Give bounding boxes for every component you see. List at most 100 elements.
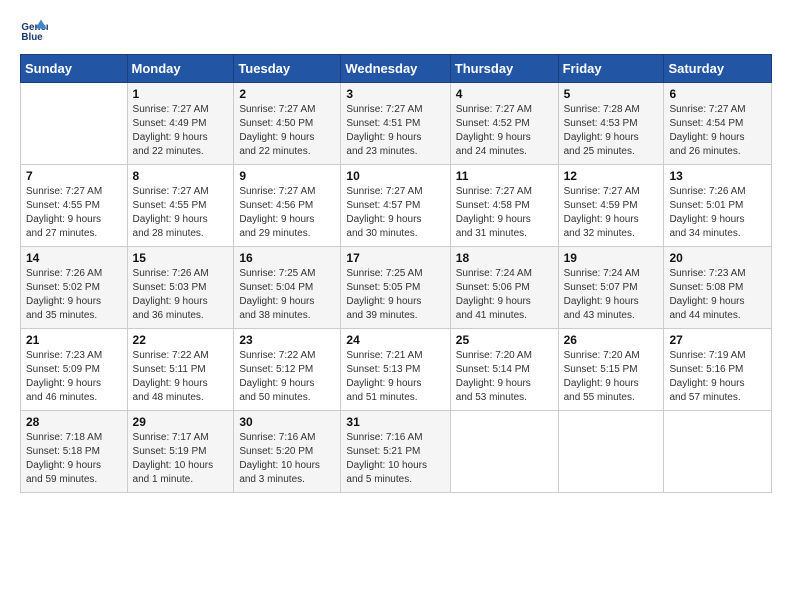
day-number: 26: [564, 333, 659, 347]
calendar-cell: 17 Sunrise: 7:25 AM Sunset: 5:05 PM Dayli…: [341, 247, 450, 329]
day-number: 13: [669, 169, 766, 183]
day-info: Sunrise: 7:22 AM Sunset: 5:12 PM Dayligh…: [239, 349, 335, 405]
calendar-cell: 24Sunrise: 7:21 AM Sunset: 5:13 PM Dayli…: [341, 329, 450, 411]
day-info: Sunrise: 7:27 AM Sunset: 4:58 PM Dayligh…: [456, 185, 553, 241]
day-number: 9: [239, 169, 335, 183]
day-number: 7: [26, 169, 122, 183]
calendar-cell: 12 Sunrise: 7:27 AM Sunset: 4:59 PM Dayli…: [558, 165, 664, 247]
calendar-cell: 10 Sunrise: 7:27 AM Sunset: 4:57 PM Dayli…: [341, 165, 450, 247]
day-info: Sunrise: 7:20 AM Sunset: 5:15 PM Dayligh…: [564, 349, 659, 405]
calendar-cell: 27Sunrise: 7:19 AM Sunset: 5:16 PM Dayli…: [664, 329, 772, 411]
day-number: 4: [456, 87, 553, 101]
calendar-cell: 25Sunrise: 7:20 AM Sunset: 5:14 PM Dayli…: [450, 329, 558, 411]
day-info: Sunrise: 7:27 AM Sunset: 4:49 PM Dayligh…: [133, 103, 229, 159]
calendar-cell: 21Sunrise: 7:23 AM Sunset: 5:09 PM Dayli…: [21, 329, 128, 411]
week-row-1: 7 Sunrise: 7:27 AM Sunset: 4:55 PM Daylig…: [21, 165, 772, 247]
header-day-thursday: Thursday: [450, 55, 558, 83]
day-number: 21: [26, 333, 122, 347]
calendar-body: 1 Sunrise: 7:27 AM Sunset: 4:49 PM Daylig…: [21, 83, 772, 493]
calendar-cell: 31Sunrise: 7:16 AM Sunset: 5:21 PM Dayli…: [341, 411, 450, 493]
calendar-cell: 29Sunrise: 7:17 AM Sunset: 5:19 PM Dayli…: [127, 411, 234, 493]
calendar-cell: 4 Sunrise: 7:27 AM Sunset: 4:52 PM Daylig…: [450, 83, 558, 165]
day-info: Sunrise: 7:17 AM Sunset: 5:19 PM Dayligh…: [133, 431, 229, 487]
day-number: 23: [239, 333, 335, 347]
calendar-cell: 18 Sunrise: 7:24 AM Sunset: 5:06 PM Dayli…: [450, 247, 558, 329]
calendar-cell: [21, 83, 128, 165]
day-number: 27: [669, 333, 766, 347]
day-info: Sunrise: 7:27 AM Sunset: 4:52 PM Dayligh…: [456, 103, 553, 159]
header-day-saturday: Saturday: [664, 55, 772, 83]
day-info: Sunrise: 7:26 AM Sunset: 5:02 PM Dayligh…: [26, 267, 122, 323]
calendar-cell: 7 Sunrise: 7:27 AM Sunset: 4:55 PM Daylig…: [21, 165, 128, 247]
day-info: Sunrise: 7:24 AM Sunset: 5:07 PM Dayligh…: [564, 267, 659, 323]
calendar-cell: 1 Sunrise: 7:27 AM Sunset: 4:49 PM Daylig…: [127, 83, 234, 165]
header: General Blue: [20, 16, 772, 44]
day-info: Sunrise: 7:27 AM Sunset: 4:55 PM Dayligh…: [133, 185, 229, 241]
week-row-0: 1 Sunrise: 7:27 AM Sunset: 4:49 PM Daylig…: [21, 83, 772, 165]
day-info: Sunrise: 7:24 AM Sunset: 5:06 PM Dayligh…: [456, 267, 553, 323]
header-day-friday: Friday: [558, 55, 664, 83]
day-number: 10: [346, 169, 444, 183]
day-number: 30: [239, 415, 335, 429]
calendar-table: SundayMondayTuesdayWednesdayThursdayFrid…: [20, 54, 772, 493]
calendar-cell: 8 Sunrise: 7:27 AM Sunset: 4:55 PM Daylig…: [127, 165, 234, 247]
calendar-cell: 5 Sunrise: 7:28 AM Sunset: 4:53 PM Daylig…: [558, 83, 664, 165]
day-number: 12: [564, 169, 659, 183]
day-info: Sunrise: 7:18 AM Sunset: 5:18 PM Dayligh…: [26, 431, 122, 487]
day-number: 2: [239, 87, 335, 101]
day-number: 3: [346, 87, 444, 101]
calendar-cell: [558, 411, 664, 493]
day-number: 28: [26, 415, 122, 429]
day-number: 17: [346, 251, 444, 265]
day-info: Sunrise: 7:27 AM Sunset: 4:54 PM Dayligh…: [669, 103, 766, 159]
day-info: Sunrise: 7:28 AM Sunset: 4:53 PM Dayligh…: [564, 103, 659, 159]
header-day-tuesday: Tuesday: [234, 55, 341, 83]
calendar-cell: 28 Sunrise: 7:18 AM Sunset: 5:18 PM Dayli…: [21, 411, 128, 493]
day-number: 5: [564, 87, 659, 101]
day-number: 1: [133, 87, 229, 101]
logo-icon: General Blue: [20, 16, 48, 44]
day-number: 20: [669, 251, 766, 265]
day-info: Sunrise: 7:27 AM Sunset: 4:59 PM Dayligh…: [564, 185, 659, 241]
day-info: Sunrise: 7:27 AM Sunset: 4:50 PM Dayligh…: [239, 103, 335, 159]
calendar-cell: 3 Sunrise: 7:27 AM Sunset: 4:51 PM Daylig…: [341, 83, 450, 165]
calendar-cell: 23 Sunrise: 7:22 AM Sunset: 5:12 PM Dayli…: [234, 329, 341, 411]
day-number: 15: [133, 251, 229, 265]
calendar-cell: 9 Sunrise: 7:27 AM Sunset: 4:56 PM Daylig…: [234, 165, 341, 247]
day-number: 8: [133, 169, 229, 183]
week-row-3: 21Sunrise: 7:23 AM Sunset: 5:09 PM Dayli…: [21, 329, 772, 411]
week-row-4: 28 Sunrise: 7:18 AM Sunset: 5:18 PM Dayli…: [21, 411, 772, 493]
day-number: 19: [564, 251, 659, 265]
header-day-wednesday: Wednesday: [341, 55, 450, 83]
calendar-cell: 15Sunrise: 7:26 AM Sunset: 5:03 PM Dayli…: [127, 247, 234, 329]
day-number: 16: [239, 251, 335, 265]
day-number: 24: [346, 333, 444, 347]
calendar-header: SundayMondayTuesdayWednesdayThursdayFrid…: [21, 55, 772, 83]
day-number: 14: [26, 251, 122, 265]
day-info: Sunrise: 7:27 AM Sunset: 4:51 PM Dayligh…: [346, 103, 444, 159]
calendar-page: General Blue SundayMondayTuesdayWednesda…: [0, 0, 792, 612]
day-info: Sunrise: 7:27 AM Sunset: 4:57 PM Dayligh…: [346, 185, 444, 241]
day-number: 6: [669, 87, 766, 101]
calendar-cell: 26 Sunrise: 7:20 AM Sunset: 5:15 PM Dayli…: [558, 329, 664, 411]
day-info: Sunrise: 7:23 AM Sunset: 5:08 PM Dayligh…: [669, 267, 766, 323]
header-day-sunday: Sunday: [21, 55, 128, 83]
day-number: 18: [456, 251, 553, 265]
day-info: Sunrise: 7:25 AM Sunset: 5:05 PM Dayligh…: [346, 267, 444, 323]
day-info: Sunrise: 7:16 AM Sunset: 5:20 PM Dayligh…: [239, 431, 335, 487]
day-info: Sunrise: 7:22 AM Sunset: 5:11 PM Dayligh…: [133, 349, 229, 405]
day-number: 25: [456, 333, 553, 347]
svg-text:Blue: Blue: [21, 32, 43, 43]
logo: General Blue: [20, 16, 52, 44]
calendar-cell: [664, 411, 772, 493]
calendar-cell: 2 Sunrise: 7:27 AM Sunset: 4:50 PM Daylig…: [234, 83, 341, 165]
day-number: 22: [133, 333, 229, 347]
day-info: Sunrise: 7:27 AM Sunset: 4:55 PM Dayligh…: [26, 185, 122, 241]
week-row-2: 14 Sunrise: 7:26 AM Sunset: 5:02 PM Dayli…: [21, 247, 772, 329]
calendar-cell: 19 Sunrise: 7:24 AM Sunset: 5:07 PM Dayli…: [558, 247, 664, 329]
day-info: Sunrise: 7:16 AM Sunset: 5:21 PM Dayligh…: [346, 431, 444, 487]
day-number: 11: [456, 169, 553, 183]
calendar-cell: 14 Sunrise: 7:26 AM Sunset: 5:02 PM Dayli…: [21, 247, 128, 329]
calendar-cell: 16Sunrise: 7:25 AM Sunset: 5:04 PM Dayli…: [234, 247, 341, 329]
day-info: Sunrise: 7:27 AM Sunset: 4:56 PM Dayligh…: [239, 185, 335, 241]
